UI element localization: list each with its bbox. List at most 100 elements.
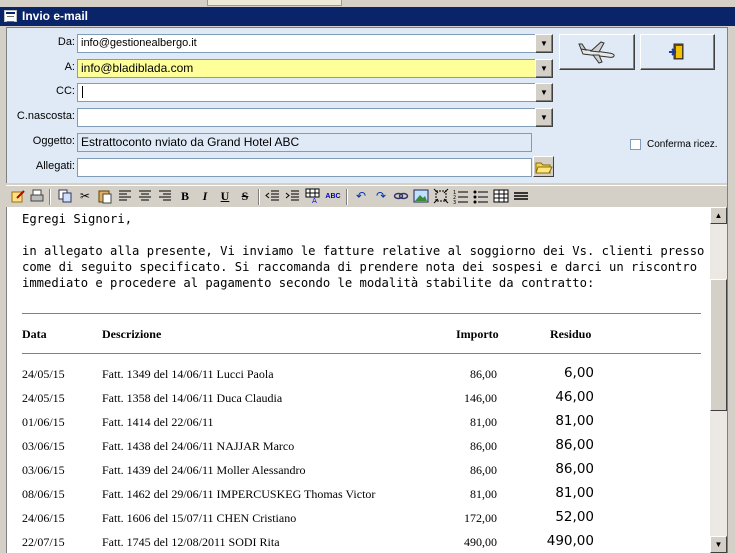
- header-data: Data: [22, 327, 47, 341]
- paragraph-line-3: immediato e procedere al pagamento secon…: [22, 276, 595, 290]
- allegati-label: Allegati:: [35, 160, 75, 172]
- image-icon[interactable]: [412, 188, 430, 205]
- cell-data: 24/06/15: [22, 511, 65, 525]
- cell-descrizione: Fatt. 1745 del 12/08/2011 SODI Rita: [102, 535, 280, 549]
- underline-button[interactable]: U: [216, 188, 234, 205]
- cell-importo: 86,00: [470, 463, 497, 477]
- scroll-up-button[interactable]: ▲: [710, 207, 727, 224]
- strike-button[interactable]: S: [236, 188, 254, 205]
- cell-descrizione: Fatt. 1349 del 14/06/11 Lucci Paola: [102, 367, 274, 381]
- bullet-list-icon[interactable]: [472, 188, 490, 205]
- table-header-rule: [22, 353, 701, 354]
- cell-residuo: 86,00: [555, 437, 594, 453]
- cell-data: 22/07/15: [22, 535, 65, 549]
- ccn-dropdown-button[interactable]: ▼: [535, 108, 553, 127]
- cell-residuo: 46,00: [555, 389, 594, 405]
- window-title: Invio e-mail: [22, 9, 89, 23]
- print-icon[interactable]: [28, 188, 46, 205]
- conferma-checkbox[interactable]: [630, 139, 641, 150]
- resize-icon[interactable]: [432, 188, 450, 205]
- cell-importo: 81,00: [470, 415, 497, 429]
- cell-residuo: 81,00: [555, 413, 594, 429]
- cell-importo: 86,00: [470, 439, 497, 453]
- airplane-icon: [578, 41, 615, 64]
- cc-label: CC:: [56, 85, 75, 97]
- ccn-field[interactable]: [77, 108, 539, 127]
- bold-button[interactable]: B: [176, 188, 194, 205]
- da-field[interactable]: info@gestionealbergo.it: [77, 34, 539, 53]
- redo-icon[interactable]: ↷: [372, 188, 390, 205]
- spellcheck-button[interactable]: ABC: [324, 188, 342, 205]
- cell-residuo: 490,00: [546, 533, 594, 549]
- cell-importo: 81,00: [470, 487, 497, 501]
- header-importo: Importo: [456, 327, 499, 341]
- paste-icon[interactable]: [96, 188, 114, 205]
- cell-importo: 490,00: [464, 535, 497, 549]
- cell-descrizione: Fatt. 1439 del 24/06/11 Moller Alessandr…: [102, 463, 306, 477]
- scroll-down-button[interactable]: ▼: [710, 536, 727, 553]
- allegati-field[interactable]: [77, 158, 532, 177]
- cell-importo: 86,00: [470, 367, 497, 381]
- a-dropdown-button[interactable]: ▼: [535, 59, 553, 78]
- cell-residuo: 52,00: [555, 509, 594, 525]
- header-descrizione: Descrizione: [102, 327, 162, 341]
- indent-icon[interactable]: [284, 188, 302, 205]
- background-window-edge: [727, 27, 735, 553]
- table-icon[interactable]: [492, 188, 510, 205]
- attach-button[interactable]: [533, 156, 554, 177]
- da-label: Da:: [57, 36, 75, 48]
- cell-data: 03/06/15: [22, 439, 65, 453]
- outdent-icon[interactable]: [264, 188, 282, 205]
- cell-residuo: 81,00: [555, 485, 594, 501]
- cut-icon[interactable]: ✂: [76, 188, 94, 205]
- cc-dropdown-button[interactable]: ▼: [535, 83, 553, 102]
- format-toolbar: ✂ B I U S A ABC ↶ ↷ 123: [6, 185, 727, 207]
- copy-icon[interactable]: [56, 188, 74, 205]
- align-right-icon[interactable]: [156, 188, 174, 205]
- open-folder-icon: [535, 162, 553, 174]
- table-color-icon[interactable]: A: [304, 188, 322, 205]
- da-dropdown-button[interactable]: ▼: [535, 34, 553, 53]
- cell-descrizione: Fatt. 1438 del 24/06/11 NAJJAR Marco: [102, 439, 295, 453]
- align-left-icon[interactable]: [116, 188, 134, 205]
- toolbar-separator: [49, 189, 51, 205]
- toolbar-separator: [346, 189, 348, 205]
- text-caret: [82, 86, 87, 98]
- cell-residuo: 6,00: [563, 365, 594, 381]
- svg-text:A: A: [312, 197, 317, 204]
- cell-importo: 172,00: [464, 511, 497, 525]
- title-bar: Invio e-mail: [0, 7, 735, 26]
- cell-residuo: 86,00: [555, 461, 594, 477]
- oggetto-field[interactable]: Estrattoconto nviato da Grand Hotel ABC: [77, 133, 532, 152]
- send-button[interactable]: [559, 34, 635, 70]
- top-strip: [0, 0, 735, 7]
- svg-text:3: 3: [453, 200, 456, 204]
- ccn-label: C.nascosta:: [16, 110, 75, 122]
- align-center-icon[interactable]: [136, 188, 154, 205]
- numbered-list-icon[interactable]: 123: [452, 188, 470, 206]
- italic-button[interactable]: I: [196, 188, 214, 205]
- cell-descrizione: Fatt. 1414 del 22/06/11: [102, 415, 214, 429]
- cell-data: 24/05/15: [22, 391, 65, 405]
- table-top-rule: [22, 313, 701, 314]
- horizontal-rule-icon[interactable]: [512, 188, 530, 205]
- a-label: A:: [64, 61, 75, 73]
- cell-descrizione: Fatt. 1358 del 14/06/11 Duca Claudia: [102, 391, 283, 405]
- scroll-thumb[interactable]: [710, 279, 727, 411]
- toolbar-separator: [258, 189, 260, 205]
- cell-data: 03/06/15: [22, 463, 65, 477]
- a-field[interactable]: info@bladiblada.com: [77, 59, 539, 78]
- mail-header: Da: info@gestionealbergo.it ▼ A: info@bl…: [6, 27, 727, 183]
- cell-data: 01/06/15: [22, 415, 65, 429]
- paragraph-line-1: in allegato alla presente, Vi inviamo le…: [22, 244, 710, 258]
- window-icon: [4, 10, 17, 22]
- cc-field[interactable]: [77, 83, 539, 102]
- cell-importo: 146,00: [464, 391, 497, 405]
- cell-descrizione: Fatt. 1606 del 15/07/11 CHEN Cristiano: [102, 511, 297, 525]
- undo-icon[interactable]: ↶: [352, 188, 370, 205]
- exit-button[interactable]: [640, 34, 715, 70]
- edit-icon[interactable]: [9, 188, 27, 205]
- vertical-scrollbar[interactable]: ▲ ▼: [710, 207, 727, 553]
- message-editor[interactable]: Egregi Signori, in allegato alla present…: [6, 207, 710, 553]
- link-icon[interactable]: [392, 188, 410, 205]
